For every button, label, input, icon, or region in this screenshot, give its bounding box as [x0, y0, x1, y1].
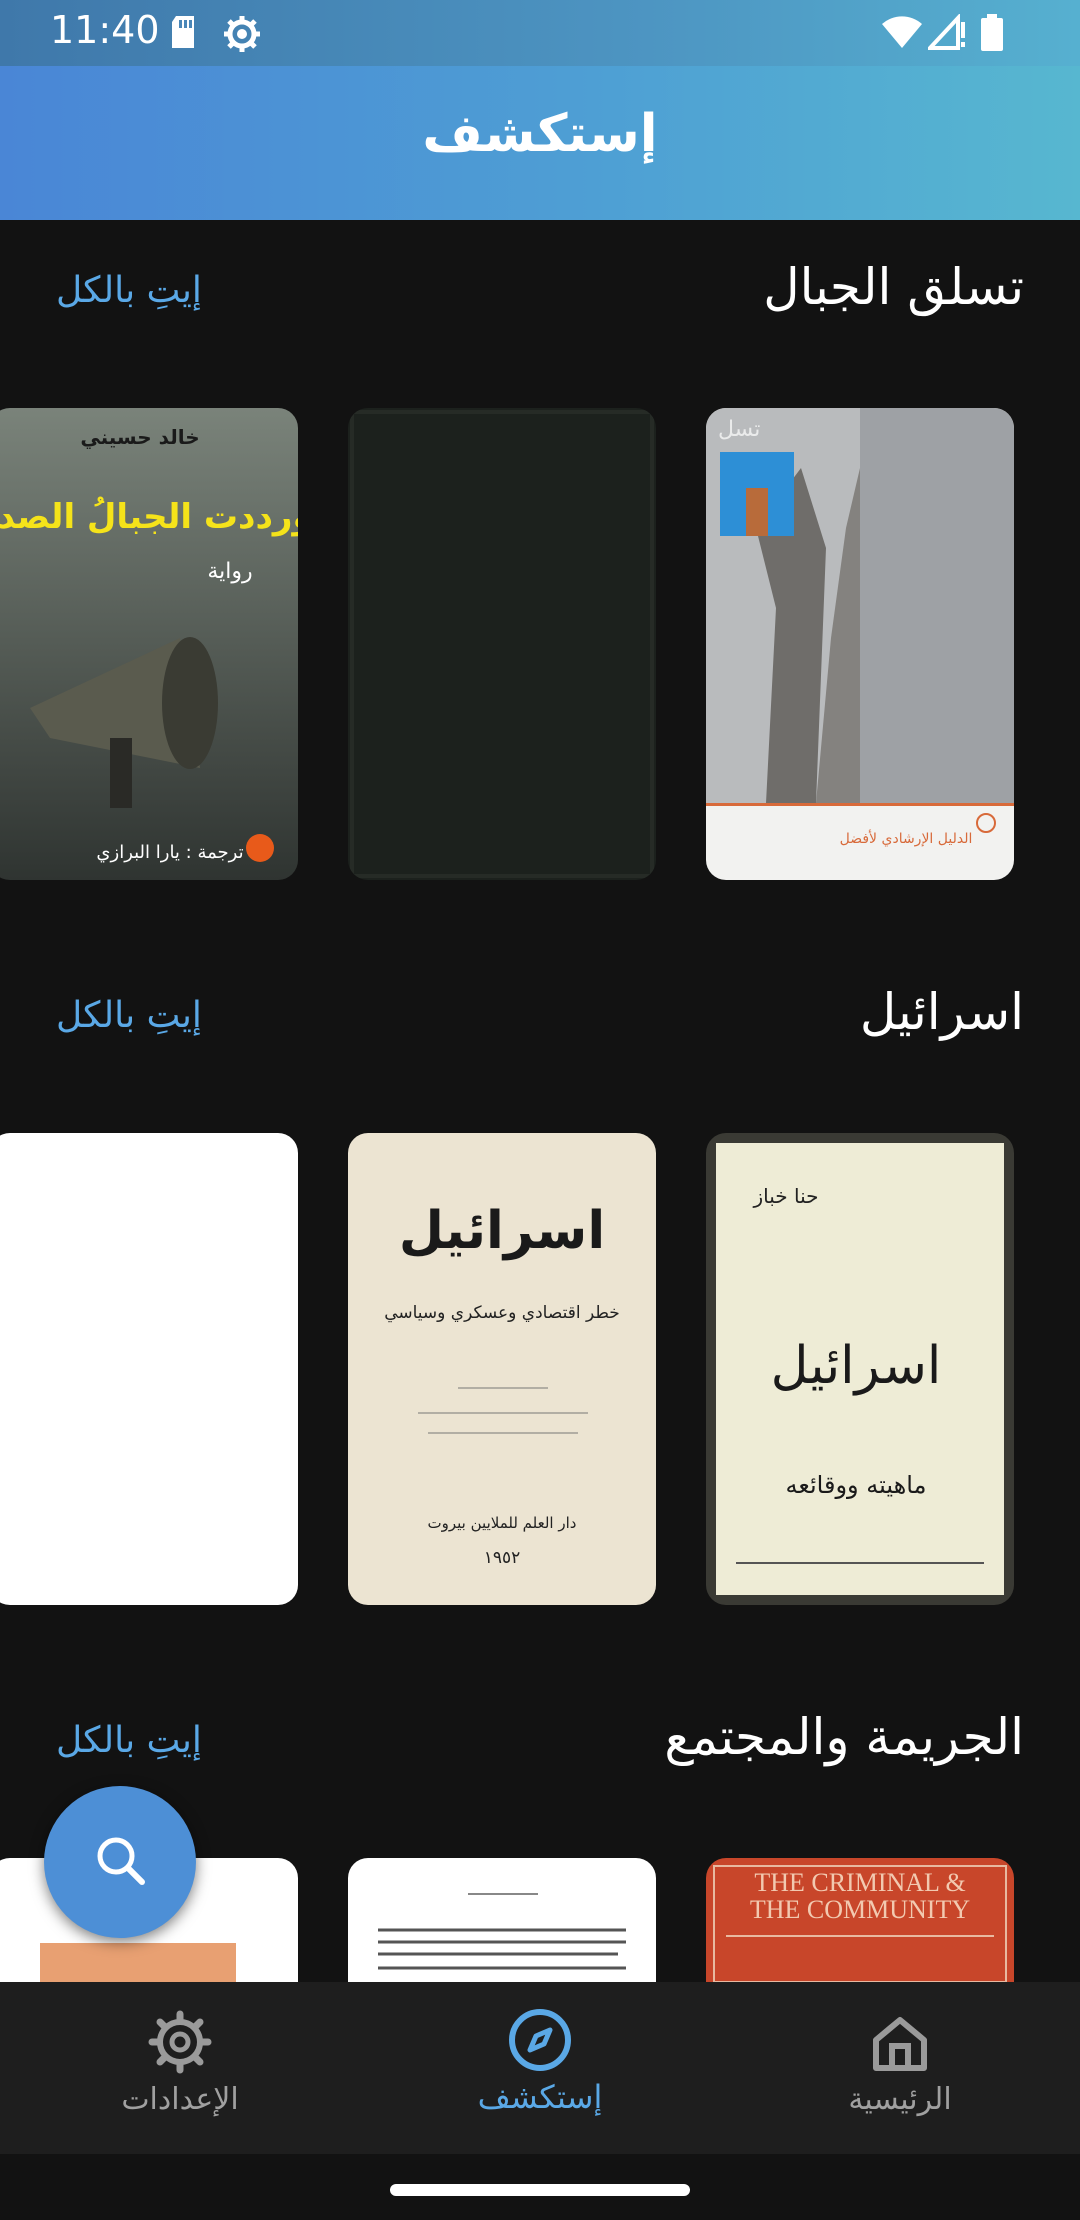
nav-item-home[interactable]: الرئيسية [780, 1982, 1020, 2154]
signal-icon [925, 12, 968, 54]
book-cover[interactable] [0, 1133, 298, 1605]
battery-icon [980, 14, 1004, 56]
search-icon [90, 1830, 150, 1894]
bottom-navigation: الرئيسية إستكشف الإعدادات [0, 1982, 1080, 2154]
book-title: اسرائيل [771, 1336, 942, 1396]
book-publisher: دار العلم للملايين بيروت [428, 1514, 577, 1532]
book-subtitle: رواية [207, 559, 252, 584]
svg-text:THE COMMUNITY: THE COMMUNITY [750, 1895, 970, 1924]
book-title: ورددت الجبالُ الصدى [0, 496, 298, 537]
page-title: إستكشف [422, 104, 658, 164]
settings-icon [144, 2006, 216, 2078]
book-translator: ترجمة : يارا البرازي [96, 842, 243, 863]
svg-text:تسل: تسل [718, 417, 760, 442]
book-subtitle: خطر اقتصادي وعسكري وسياسي [384, 1303, 620, 1323]
book-cover[interactable] [348, 408, 656, 880]
status-bar: 11:40 [0, 0, 1080, 66]
nav-label: الإعدادات [121, 2082, 239, 2117]
home-icon [864, 2006, 936, 2078]
svg-text:THE CRIMINAL &: THE CRIMINAL & [754, 1868, 965, 1897]
sd-card-icon [168, 14, 198, 54]
section-title: تسلق الجبال [763, 258, 1024, 316]
book-cover[interactable]: تسل الدليل الإرشادي لأفضل [706, 408, 1014, 880]
see-all-link[interactable]: إيتِ بالكل [56, 270, 202, 311]
svg-text:الدليل الإرشادي لأفضل: الدليل الإرشادي لأفضل [840, 829, 973, 847]
compass-icon [504, 2004, 576, 2076]
status-time: 11:40 [50, 8, 160, 52]
section-title: الجريمة والمجتمع [664, 1708, 1024, 1766]
book-cover[interactable]: حنا خباز اسرائيل ماهيته ووقائعه [706, 1133, 1014, 1605]
book-cover[interactable]: خالد حسيني ورددت الجبالُ الصدى رواية ترج… [0, 408, 298, 880]
book-title: اسرائيل [399, 1201, 605, 1261]
section-title: اسرائيل [859, 983, 1024, 1041]
see-all-link[interactable]: إيتِ بالكل [56, 995, 202, 1036]
nav-label: إستكشف [477, 2078, 603, 2116]
app-bar: إستكشف [0, 66, 1080, 220]
nav-item-settings[interactable]: الإعدادات [60, 1982, 300, 2154]
book-author: حنا خباز [753, 1184, 819, 1208]
book-author: خالد حسيني [80, 425, 199, 450]
see-all-link[interactable]: إيتِ بالكل [56, 1720, 202, 1761]
book-cover[interactable]: THE CRIMINAL & THE COMMUNITY [706, 1858, 1014, 1982]
settings-gear-icon [222, 14, 262, 58]
gesture-area [0, 2154, 1080, 2220]
book-cover[interactable]: اسرائيل خطر اقتصادي وعسكري وسياسي دار ال… [348, 1133, 656, 1605]
nav-item-explore[interactable]: إستكشف [420, 1982, 660, 2154]
book-cover[interactable] [348, 1858, 656, 1982]
search-button[interactable] [44, 1786, 196, 1938]
book-year: ١٩٥٢ [484, 1548, 521, 1568]
wifi-icon [880, 14, 924, 54]
book-subtitle: ماهيته ووقائعه [786, 1471, 927, 1499]
nav-label: الرئيسية [848, 2082, 952, 2117]
gesture-handle[interactable] [390, 2184, 690, 2196]
